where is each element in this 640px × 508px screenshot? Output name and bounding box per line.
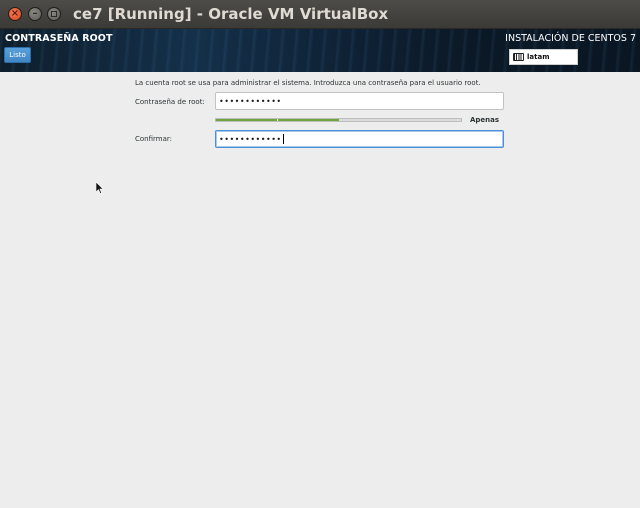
- info-text: La cuenta root se usa para administrar e…: [135, 79, 481, 87]
- spoke-header: CONTRASEÑA ROOT Listo INSTALACIÓN DE CEN…: [0, 29, 640, 72]
- done-button[interactable]: Listo: [4, 47, 31, 63]
- keyboard-icon: [513, 53, 524, 61]
- text-caret: [282, 134, 284, 144]
- confirm-password-field[interactable]: ••••••••••••: [215, 130, 504, 148]
- confirm-password-label: Confirmar:: [135, 135, 172, 143]
- mouse-pointer-icon: [96, 182, 104, 194]
- close-icon: ×: [10, 8, 20, 19]
- password-strength-meter: [215, 118, 462, 122]
- minimize-icon: –: [32, 8, 38, 19]
- root-password-form: La cuenta root se usa para administrar e…: [0, 72, 640, 508]
- keyboard-layout-indicator[interactable]: latam: [509, 49, 578, 65]
- password-strength-label: Apenas: [470, 116, 500, 124]
- strength-tick: [277, 119, 279, 121]
- maximize-window-button[interactable]: [47, 7, 61, 21]
- root-password-field[interactable]: ••••••••••••: [215, 92, 504, 110]
- confirm-password-value: ••••••••••••: [219, 134, 282, 144]
- maximize-icon: [51, 11, 57, 17]
- product-title: INSTALACIÓN DE CENTOS 7: [505, 33, 636, 44]
- close-window-button[interactable]: ×: [8, 7, 22, 21]
- keyboard-layout-label: latam: [527, 53, 550, 61]
- spoke-title: CONTRASEÑA ROOT: [5, 33, 113, 44]
- minimize-window-button[interactable]: –: [28, 7, 42, 21]
- window-title: ce7 [Running] - Oracle VM VirtualBox: [73, 5, 389, 23]
- root-password-label: Contraseña de root:: [135, 98, 205, 106]
- window-titlebar: × – ce7 [Running] - Oracle VM VirtualBox: [0, 0, 640, 29]
- root-password-value: ••••••••••••: [219, 96, 282, 106]
